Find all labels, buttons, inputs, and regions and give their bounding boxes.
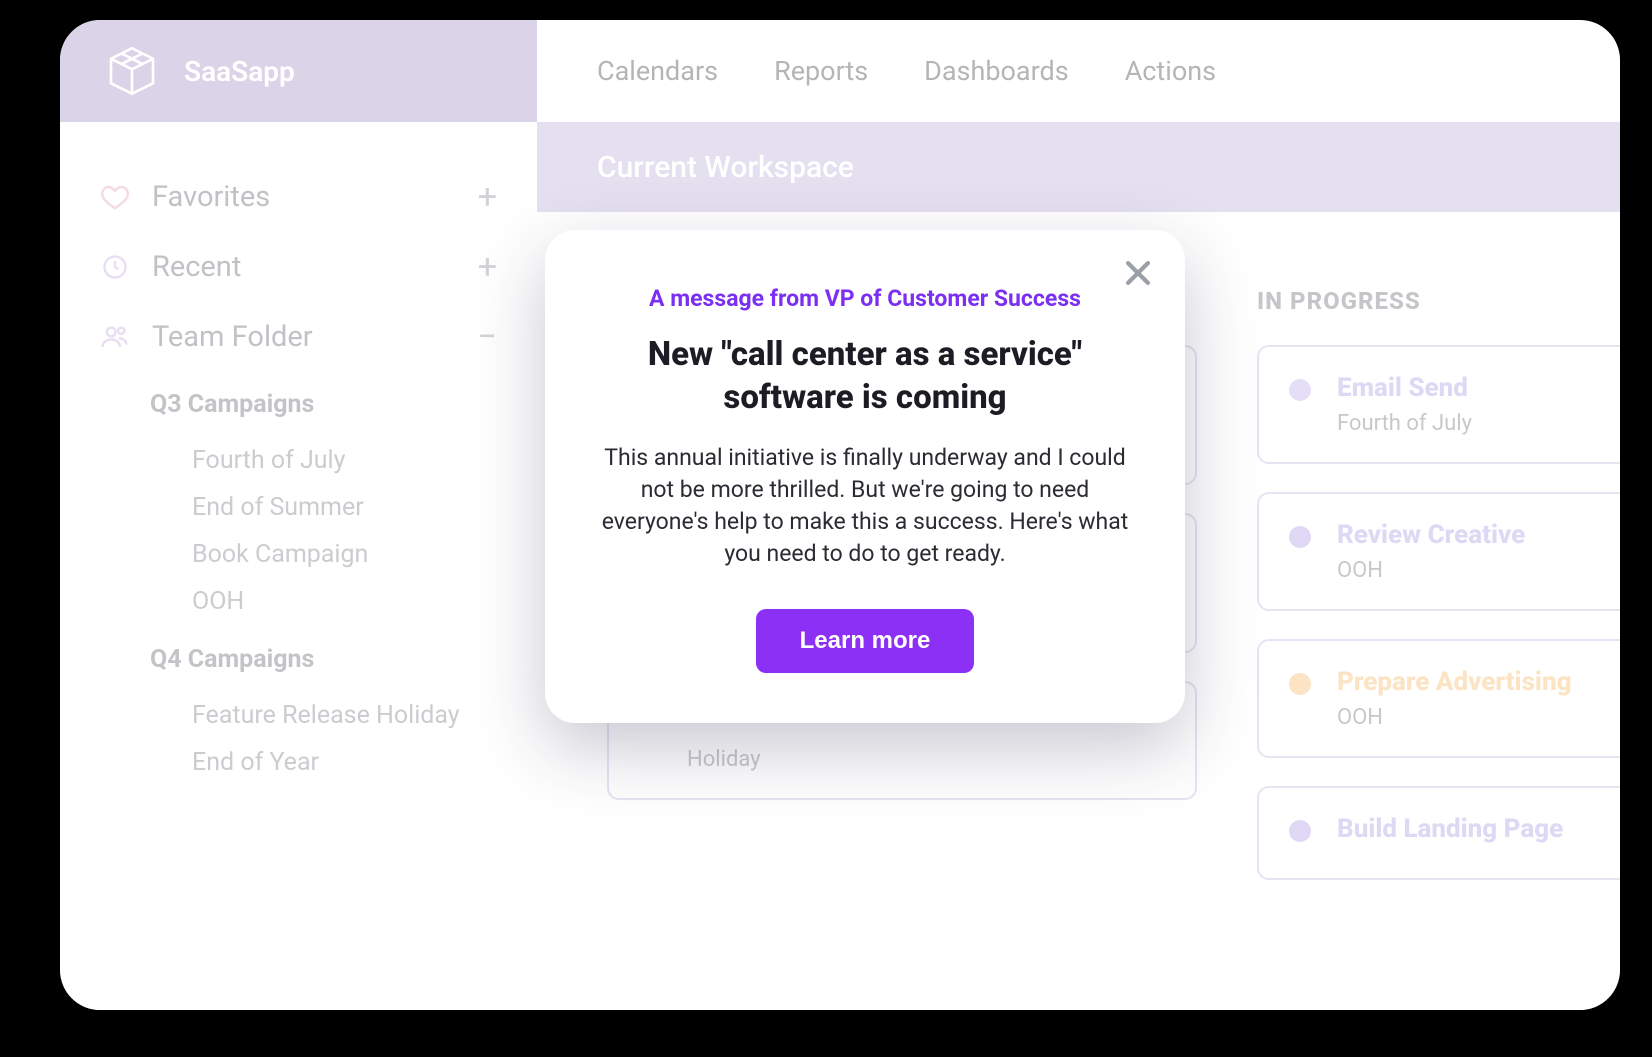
topbar: SaaSapp Calendars Reports Dashboards Act…	[60, 20, 1620, 122]
modal-body-text: This annual initiative is finally underw…	[600, 442, 1130, 571]
card-title: Prepare Advertising	[1337, 667, 1571, 697]
card-title: Review Creative	[1337, 520, 1525, 550]
folder-item[interactable]: Book Campaign	[192, 531, 517, 578]
app-window: SaaSapp Calendars Reports Dashboards Act…	[60, 20, 1620, 1010]
workspace-title: Current Workspace	[597, 150, 854, 185]
team-collapse-icon[interactable]: −	[478, 320, 497, 354]
kanban-card[interactable]: Email Send Fourth of July	[1257, 345, 1620, 464]
team-icon	[100, 322, 130, 352]
column-in-progress: IN PROGRESS Email Send Fourth of July Re…	[1257, 262, 1620, 1010]
card-subtitle: OOH	[1337, 558, 1525, 583]
folder-item[interactable]: Fourth of July	[192, 437, 517, 484]
nav-actions[interactable]: Actions	[1125, 55, 1216, 87]
card-title: Email Send	[1337, 373, 1472, 403]
folder-item[interactable]: OOH	[192, 578, 517, 625]
folder-item[interactable]: End of Summer	[192, 484, 517, 531]
nav-dashboards[interactable]: Dashboards	[924, 55, 1069, 87]
app-logo-icon	[104, 43, 160, 99]
sidebar-recent-label: Recent	[152, 250, 241, 284]
clock-icon	[100, 252, 130, 282]
modal-title: New "call center as a service" software …	[605, 334, 1125, 420]
top-nav: Calendars Reports Dashboards Actions	[537, 20, 1620, 122]
modal-tagline: A message from VP of Customer Success	[600, 285, 1130, 312]
folder-q3-title[interactable]: Q3 Campaigns	[150, 390, 517, 419]
card-subtitle: Holiday	[687, 747, 761, 772]
close-icon[interactable]	[1121, 256, 1155, 290]
workspace-subheader: Current Workspace	[537, 122, 1620, 212]
sidebar-recent[interactable]: Recent +	[100, 232, 517, 302]
heart-icon	[100, 182, 130, 212]
folder-item[interactable]: End of Year	[192, 739, 517, 786]
kanban-card[interactable]: Prepare Advertising OOH	[1257, 639, 1620, 758]
card-subtitle: OOH	[1337, 705, 1571, 730]
app-name: SaaSapp	[184, 55, 295, 88]
sidebar: Favorites + Recent +	[60, 122, 537, 1010]
announcement-modal: A message from VP of Customer Success Ne…	[545, 230, 1185, 723]
sidebar-team-folder[interactable]: Team Folder −	[100, 302, 517, 372]
status-dot-icon	[1289, 820, 1311, 842]
learn-more-button[interactable]: Learn more	[756, 609, 975, 673]
column-title: IN PROGRESS	[1257, 287, 1620, 315]
card-title: Build Landing Page	[1337, 814, 1563, 844]
kanban-card[interactable]: Review Creative OOH	[1257, 492, 1620, 611]
sidebar-team-label: Team Folder	[152, 320, 313, 354]
status-dot-icon	[1289, 673, 1311, 695]
kanban-card[interactable]: Build Landing Page	[1257, 786, 1620, 880]
favorites-add-icon[interactable]: +	[478, 180, 497, 214]
folder-q4-title[interactable]: Q4 Campaigns	[150, 645, 517, 674]
nav-reports[interactable]: Reports	[774, 55, 868, 87]
sidebar-favorites[interactable]: Favorites +	[100, 162, 517, 232]
card-subtitle: Fourth of July	[1337, 411, 1472, 436]
nav-calendars[interactable]: Calendars	[597, 55, 718, 87]
recent-add-icon[interactable]: +	[478, 250, 497, 284]
brand-block: SaaSapp	[60, 20, 537, 122]
folder-item[interactable]: Feature Release Holiday	[192, 692, 517, 739]
status-dot-icon	[1289, 379, 1311, 401]
status-dot-icon	[1289, 526, 1311, 548]
sidebar-favorites-label: Favorites	[152, 180, 270, 214]
